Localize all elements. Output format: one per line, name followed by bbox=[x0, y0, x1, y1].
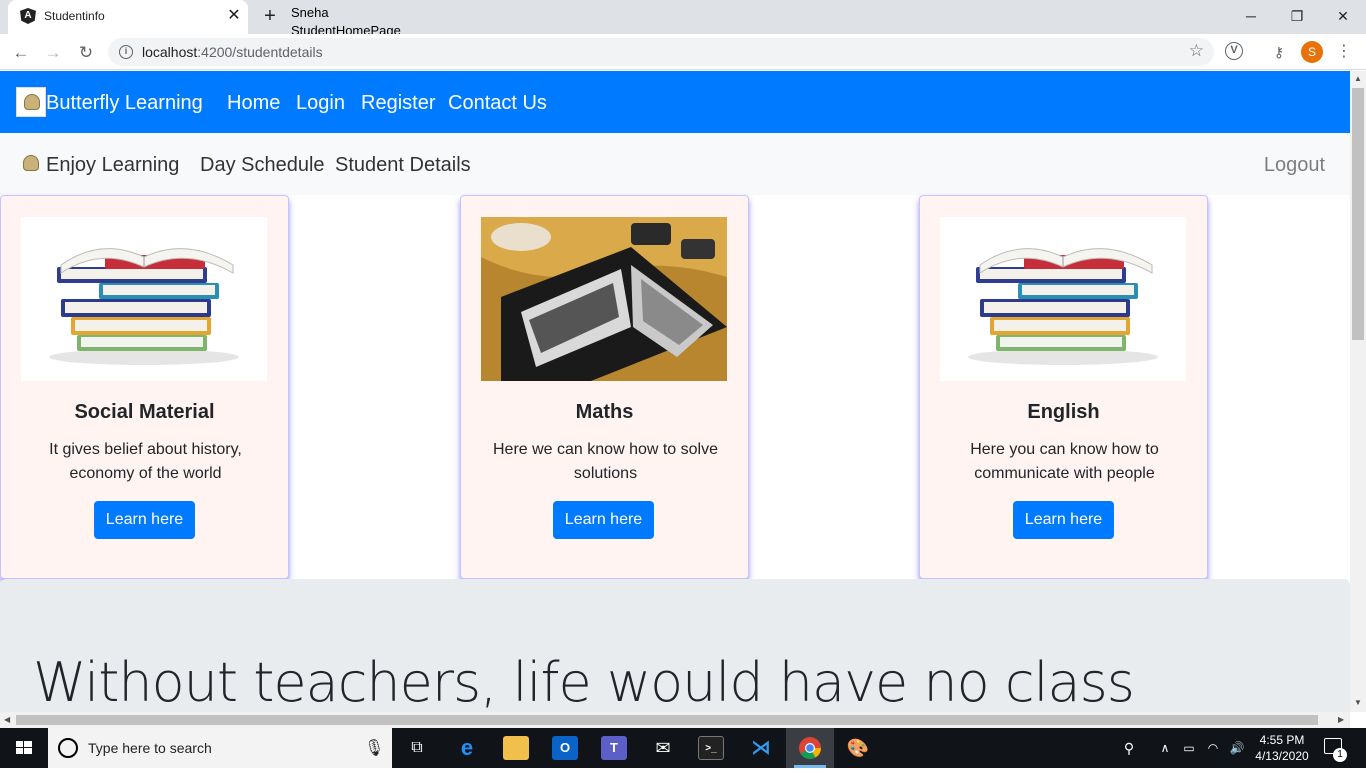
file-explorer-icon[interactable] bbox=[503, 736, 529, 760]
vpn-extension-icon[interactable]: V bbox=[1225, 42, 1243, 60]
outlook-icon[interactable]: O bbox=[552, 736, 578, 760]
card-text: It gives belief about history, economy o… bbox=[49, 441, 242, 482]
subject-card-social: Social Material It gives belief about hi… bbox=[0, 195, 289, 579]
logout-link[interactable]: Logout bbox=[1264, 154, 1325, 177]
edge-icon[interactable]: e bbox=[454, 736, 480, 760]
battery-icon[interactable]: ▭ bbox=[1176, 736, 1202, 760]
volume-icon[interactable]: 🔊 bbox=[1224, 736, 1250, 760]
cortana-icon bbox=[58, 738, 78, 758]
restore-button[interactable]: ❐ bbox=[1274, 4, 1320, 28]
vscode-icon[interactable]: ⋊ bbox=[748, 736, 774, 760]
card-title: Social Material bbox=[74, 401, 215, 423]
magazine-photo-image bbox=[481, 217, 727, 381]
url-text[interactable]: localhost:4200/studentdetails bbox=[142, 44, 323, 60]
url-path: :4200/studentdetails bbox=[197, 44, 323, 60]
main-navbar: Butterfly Learning Home Login Register C… bbox=[0, 71, 1350, 133]
task-view-icon[interactable]: ⧉ bbox=[404, 736, 430, 760]
profile-avatar[interactable]: S bbox=[1301, 41, 1323, 63]
mail-icon[interactable]: ✉ bbox=[650, 736, 676, 760]
student-navbar: Enjoy Learning Day Schedule Student Deta… bbox=[0, 133, 1350, 195]
clock-date: 4/13/2020 bbox=[1255, 749, 1309, 763]
taskbar-search-box[interactable]: Type here to search 🎙 bbox=[48, 728, 392, 768]
teams-icon[interactable]: T bbox=[601, 736, 627, 760]
tray-chevron-icon[interactable]: ∧ bbox=[1152, 736, 1178, 760]
browser-menu-icon[interactable]: ⋮ bbox=[1336, 41, 1352, 63]
nav-link-register[interactable]: Register bbox=[361, 92, 435, 115]
paint-icon[interactable]: 🎨 bbox=[845, 736, 871, 760]
card-title: Maths bbox=[575, 401, 634, 423]
subject-card-maths: Maths Here we can know how to solve solu… bbox=[460, 195, 749, 579]
vertical-scrollbar[interactable]: ▲ ▼ bbox=[1350, 71, 1366, 712]
learn-here-button[interactable]: Learn here bbox=[94, 501, 195, 539]
nav-link-student-details[interactable]: Student Details bbox=[335, 154, 471, 177]
windows-start-icon[interactable] bbox=[0, 728, 48, 768]
brand-logo-icon[interactable] bbox=[16, 87, 46, 117]
student-brand-logo-icon[interactable] bbox=[16, 149, 46, 179]
scroll-down-arrow-icon[interactable]: ▼ bbox=[1354, 698, 1362, 707]
forward-arrow-icon[interactable]: → bbox=[41, 41, 65, 65]
tab-close-icon[interactable]: ✕ bbox=[224, 6, 244, 26]
books-stack-image bbox=[940, 217, 1186, 381]
chrome-taskbar-button[interactable] bbox=[786, 728, 834, 768]
page-viewport: Butterfly Learning Home Login Register C… bbox=[0, 71, 1350, 712]
people-icon[interactable]: ⚲ bbox=[1116, 736, 1142, 760]
microphone-icon[interactable]: 🎙 bbox=[364, 738, 384, 758]
scroll-right-arrow-icon[interactable]: ▶ bbox=[1338, 715, 1344, 724]
card-title: English bbox=[1027, 401, 1100, 423]
bookmark-star-icon[interactable]: ☆ bbox=[1189, 41, 1204, 61]
nav-link-home[interactable]: Home bbox=[227, 92, 280, 115]
terminal-icon[interactable]: >_ bbox=[698, 736, 724, 760]
vertical-scroll-thumb[interactable] bbox=[1352, 88, 1364, 340]
jumbotron: Without teachers, life would have no cla… bbox=[0, 579, 1350, 712]
minimize-button[interactable]: ─ bbox=[1228, 4, 1274, 28]
browser-tab-active[interactable]: A Studentinfo ✕ bbox=[8, 0, 248, 34]
address-bar[interactable]: i localhost:4200/studentdetails ☆ bbox=[108, 38, 1214, 66]
notification-count-badge: 1 bbox=[1333, 748, 1347, 762]
clock-time: 4:55 PM bbox=[1259, 733, 1305, 747]
scroll-up-arrow-icon[interactable]: ▲ bbox=[1354, 74, 1362, 83]
taskbar-clock[interactable]: 4:55 PM 4/13/2020 bbox=[1250, 732, 1314, 764]
card-text: Here we can know how to solve solutions bbox=[493, 441, 718, 482]
wifi-icon[interactable]: ◠ bbox=[1200, 736, 1226, 760]
learn-here-button[interactable]: Learn here bbox=[1013, 501, 1114, 539]
nav-link-day-schedule[interactable]: Day Schedule bbox=[200, 154, 325, 177]
horizontal-scrollbar[interactable]: ◀ ▶ bbox=[0, 712, 1350, 728]
taskbar-search-placeholder: Type here to search bbox=[88, 740, 212, 756]
subject-card-english: English Here you can know how to communi… bbox=[919, 195, 1208, 579]
navbar-brand[interactable]: Butterfly Learning bbox=[46, 92, 203, 115]
url-host: localhost bbox=[142, 44, 198, 60]
jumbotron-heading: Without teachers, life would have no cla… bbox=[33, 651, 1135, 712]
reload-icon[interactable]: ↻ bbox=[74, 41, 98, 65]
info-icon[interactable]: i bbox=[119, 45, 133, 59]
tab-title: Studentinfo bbox=[44, 9, 105, 23]
new-tab-button[interactable]: + bbox=[259, 5, 281, 27]
key-icon[interactable]: ⚷ bbox=[1269, 42, 1289, 62]
browser-tab-strip: A Studentinfo ✕ + Sneha StudentHomePage … bbox=[0, 0, 1366, 56]
books-stack-image bbox=[21, 217, 267, 381]
windows-taskbar: Type here to search 🎙 ⧉ e O T ✉ >_ ⋊ 🎨 ⚲… bbox=[0, 728, 1366, 768]
card-text: Here you can know how to communicate wit… bbox=[970, 441, 1159, 482]
browser-toolbar: ← → ↻ i localhost:4200/studentdetails ☆ … bbox=[0, 34, 1366, 70]
horizontal-scroll-thumb[interactable] bbox=[16, 715, 1318, 725]
close-window-button[interactable]: ✕ bbox=[1320, 4, 1366, 28]
nav-link-login[interactable]: Login bbox=[296, 92, 345, 115]
student-navbar-brand[interactable]: Enjoy Learning bbox=[46, 154, 179, 177]
back-arrow-icon[interactable]: ← bbox=[9, 41, 33, 65]
scroll-left-arrow-icon[interactable]: ◀ bbox=[4, 715, 10, 724]
angular-favicon-icon: A bbox=[20, 8, 36, 24]
nav-link-contact[interactable]: Contact Us bbox=[448, 92, 547, 115]
learn-here-button[interactable]: Learn here bbox=[553, 501, 654, 539]
